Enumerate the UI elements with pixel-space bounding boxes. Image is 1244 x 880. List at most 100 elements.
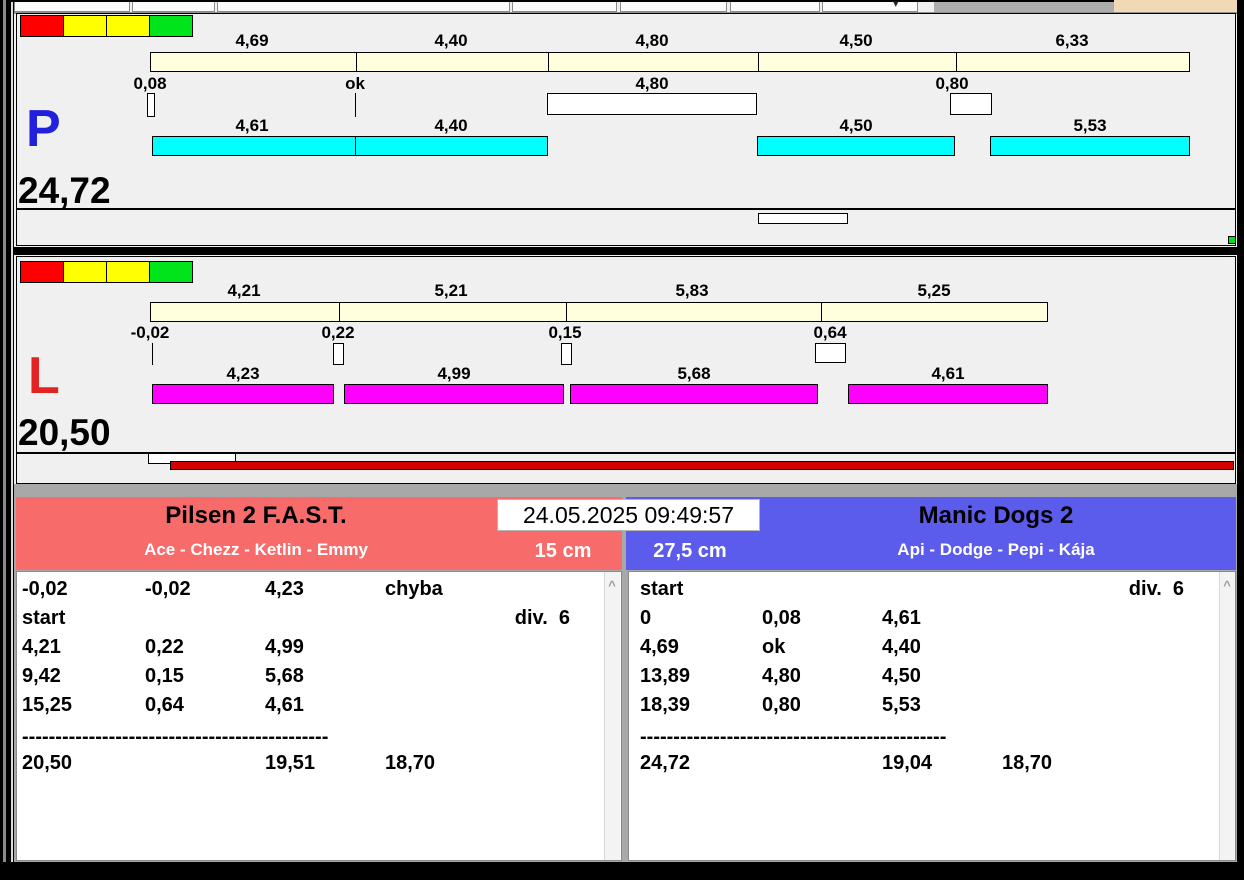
- reaction-time-label: 0,08: [133, 74, 167, 93]
- split-time-label: 4,40: [434, 31, 468, 50]
- split-time-label: 4,80: [635, 31, 669, 50]
- division-label: div. 6: [514, 607, 570, 629]
- table-cell: start: [22, 607, 66, 629]
- jump-height-left: 15 cm: [534, 540, 592, 562]
- table-cell: 4,40: [882, 636, 921, 658]
- tick-mark: [355, 93, 356, 117]
- split-time-label: 4,69: [235, 31, 269, 50]
- toolbar-segment[interactable]: [132, 2, 215, 12]
- toolbar-segment[interactable]: [730, 2, 820, 12]
- tick-mark: [152, 343, 153, 365]
- total-time: 18,70: [1002, 752, 1053, 774]
- tick-box: [561, 343, 572, 365]
- start-light: [21, 16, 64, 36]
- table-cell: 0,08: [762, 607, 801, 629]
- dog-split-bar: [152, 384, 334, 404]
- table-cell: 0: [640, 607, 652, 629]
- reaction-time-label: 0,64: [813, 323, 847, 342]
- dog-split-bar: [990, 136, 1190, 156]
- split-time-label: 5,25: [917, 281, 951, 300]
- jump-height-right: 27,5 cm: [653, 540, 727, 562]
- bar-segment-divider: [566, 303, 567, 321]
- scrollbar-left[interactable]: [604, 572, 620, 860]
- scroll-up-icon[interactable]: ^: [1219, 578, 1235, 593]
- toolbar-segment[interactable]: [512, 2, 617, 12]
- toolbar-filler: [934, 2, 1114, 12]
- dropdown-arrow-icon[interactable]: ▾: [893, 0, 899, 10]
- left-edge-highlight: [11, 2, 13, 862]
- split-time-label: 4,61: [931, 364, 965, 383]
- split-time-label: 5,83: [675, 281, 709, 300]
- dog-split-bar: [152, 136, 356, 156]
- start-light: [107, 16, 150, 36]
- table-cell: chyba: [385, 578, 443, 600]
- table-cell: 4,61: [265, 694, 304, 716]
- dog-split-bar: [344, 384, 564, 404]
- toolbar-segment[interactable]: [822, 2, 918, 12]
- table-cell: 9,42: [22, 665, 61, 687]
- dog-names-right: Api - Dodge - Pepi - Kája: [897, 540, 1095, 559]
- total-time: 19,04: [882, 752, 933, 774]
- toolbar-segment[interactable]: [620, 2, 727, 12]
- scrollbar-right[interactable]: [1219, 572, 1235, 860]
- lane-p-letter: P: [26, 100, 61, 158]
- bar-segment-divider: [758, 53, 759, 71]
- total-time: 19,51: [265, 752, 316, 774]
- division-label: div. 6: [1128, 578, 1184, 600]
- table-cell: ok: [762, 636, 786, 658]
- dog-split-bar: [570, 384, 818, 404]
- split-bar-top: [150, 302, 1048, 322]
- table-cell: 4,99: [265, 636, 304, 658]
- bar-segment-divider: [356, 53, 357, 71]
- table-cell: 4,21: [22, 636, 61, 658]
- red-progress-bar: [170, 461, 1234, 470]
- split-time-label: 4,50: [839, 31, 873, 50]
- table-cell: 4,23: [265, 578, 304, 600]
- split-time-label: 5,53: [1073, 116, 1107, 135]
- dog-split-bar: [757, 136, 955, 156]
- toolbar-segment[interactable]: [14, 2, 130, 12]
- start-light: [64, 262, 107, 282]
- reaction-time-label: 0,15: [548, 323, 582, 342]
- toolbar-segment[interactable]: [217, 2, 510, 12]
- split-time-label: 4,61: [235, 116, 269, 135]
- reaction-time-label: 0,22: [321, 323, 355, 342]
- lane-p-marker-box: [758, 213, 848, 224]
- split-time-label: 6,33: [1055, 31, 1089, 50]
- changeover-box: [547, 93, 757, 115]
- reaction-time-label: ok: [345, 74, 365, 93]
- split-time-label: 4,50: [839, 116, 873, 135]
- team-name-left: Pilsen 2 F.A.S.T.: [165, 502, 347, 529]
- split-time-label: 4,40: [434, 116, 468, 135]
- start-lights: [20, 261, 193, 283]
- split-time-label: 4,21: [227, 281, 261, 300]
- table-cell: start: [640, 578, 684, 600]
- split-time-label: 5,21: [434, 281, 468, 300]
- reaction-time-label: 4,80: [635, 74, 669, 93]
- start-light: [21, 262, 64, 282]
- total-time: 20,50: [22, 752, 73, 774]
- dog-split-bar: [355, 136, 548, 156]
- split-time-label: 4,99: [437, 364, 471, 383]
- start-light: [107, 262, 150, 282]
- table-cell: 0,64: [145, 694, 184, 716]
- start-light: [64, 16, 107, 36]
- toolbar-peach-panel: [1114, 0, 1237, 12]
- scroll-up-icon[interactable]: ^: [604, 578, 620, 593]
- table-cell: 15,25: [22, 694, 73, 716]
- lane-l-total-time: 20,50: [18, 412, 111, 453]
- total-time: 18,70: [385, 752, 436, 774]
- tick-box: [147, 93, 155, 117]
- green-indicator: [1228, 236, 1236, 244]
- footer-bar: [0, 862, 1244, 880]
- results-table-right: [628, 571, 1236, 861]
- start-light: [150, 262, 192, 282]
- bar-segment-divider: [821, 303, 822, 321]
- bar-segment-divider: [956, 53, 957, 71]
- table-cell: 13,89: [640, 665, 691, 687]
- flyball-timing-window: ▾ P 24,72 L 20,50 4,69 4,40 4,80 4,50 6,33 0,…: [0, 0, 1244, 880]
- table-cell: 18,39: [640, 694, 691, 716]
- table-cell: 4,61: [882, 607, 921, 629]
- table-cell: 0,22: [145, 636, 184, 658]
- table-cell: 5,53: [882, 694, 921, 716]
